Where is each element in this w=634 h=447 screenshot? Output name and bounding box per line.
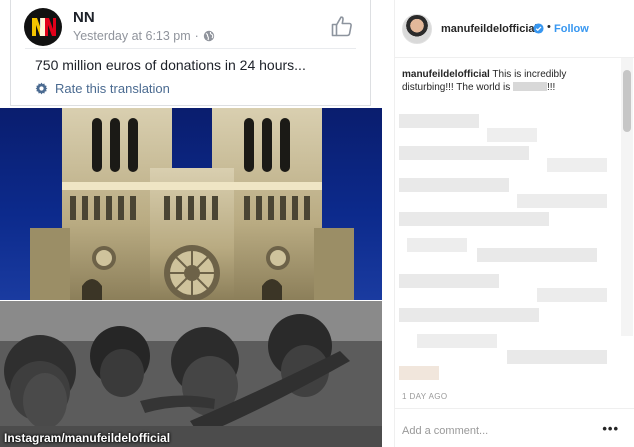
nn-logo-icon[interactable] bbox=[23, 7, 63, 47]
thumbs-up-icon[interactable] bbox=[330, 14, 354, 38]
photo-credit: Instagram/manufeildelofficial bbox=[4, 431, 171, 445]
follow-button[interactable]: Follow bbox=[554, 23, 589, 35]
globe-icon bbox=[203, 30, 215, 42]
cathedral-photo bbox=[0, 108, 382, 300]
post-meta: Yesterday at 6:13 pm · bbox=[73, 29, 215, 43]
scrollbar-thumb[interactable] bbox=[623, 70, 631, 132]
meta-separator: · bbox=[194, 29, 199, 43]
post-divider bbox=[25, 48, 356, 49]
translate-label: Rate this translation bbox=[55, 81, 170, 96]
instagram-header: manufeildelofficial • Follow bbox=[395, 0, 634, 58]
post-text: 750 million euros of donations in 24 hou… bbox=[35, 57, 306, 73]
rate-translation-link[interactable]: Rate this translation bbox=[35, 81, 170, 96]
post-time-ago: 1 DAY AGO bbox=[402, 392, 448, 401]
caption-end: !!! bbox=[546, 82, 556, 93]
caption-username[interactable]: manufeildelofficial bbox=[402, 69, 490, 80]
blurred-comments bbox=[397, 98, 621, 388]
children-photo: Instagram/manufeildelofficial bbox=[0, 301, 382, 447]
header-separator: • bbox=[547, 21, 551, 33]
comment-bar: Add a comment... ••• bbox=[395, 408, 634, 447]
children-illustration bbox=[0, 301, 382, 447]
avatar[interactable] bbox=[402, 14, 432, 44]
facebook-post-card: NN Yesterday at 6:13 pm · 750 million eu… bbox=[10, 0, 371, 106]
more-options-button[interactable]: ••• bbox=[602, 421, 619, 436]
post-timestamp[interactable]: Yesterday at 6:13 pm bbox=[73, 29, 191, 43]
gear-icon bbox=[35, 82, 48, 95]
verified-badge-icon bbox=[533, 23, 544, 34]
page-name[interactable]: NN bbox=[73, 9, 95, 26]
instagram-panel: manufeildelofficial • Follow manufeildel… bbox=[394, 0, 634, 447]
comment-input[interactable]: Add a comment... bbox=[402, 425, 488, 437]
cathedral-illustration bbox=[30, 108, 354, 300]
instagram-username[interactable]: manufeildelofficial bbox=[441, 23, 538, 35]
instagram-caption: manufeildelofficial This is incredibly d… bbox=[402, 68, 614, 94]
redacted-word bbox=[512, 82, 547, 91]
